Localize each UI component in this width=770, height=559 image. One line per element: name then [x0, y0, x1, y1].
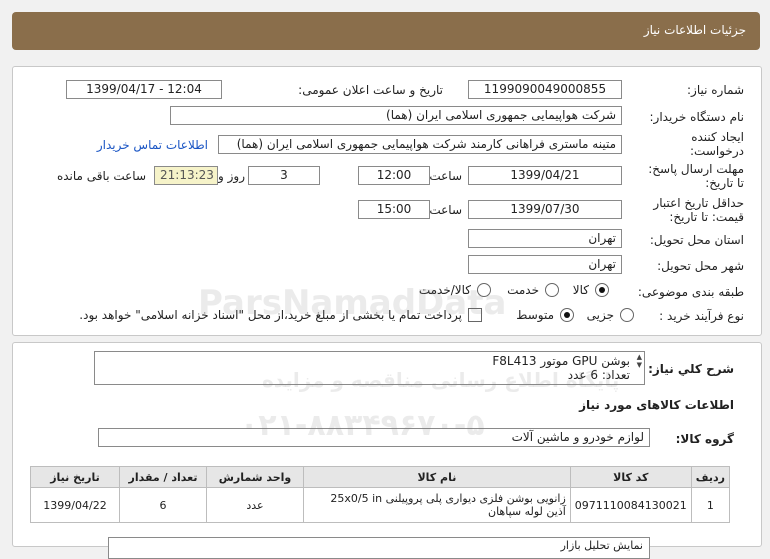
table-row[interactable]: 1399/04/22 6 عدد زانویی بوشن فلزی دیواری… — [30, 487, 731, 523]
goods-group-label: گروه کالا: — [675, 432, 734, 446]
province-label: استان محل تحویل: — [649, 233, 744, 247]
deadline-date-field[interactable]: 1399/04/21 — [468, 166, 622, 185]
page-title: جزئیات اطلاعات نیاز — [643, 23, 746, 37]
cell-unit: عدد — [206, 487, 304, 523]
deadline-time-label: ساعت — [429, 169, 462, 183]
creator-label-1: ایجاد کننده — [691, 130, 744, 144]
deadline-time-field[interactable]: 12:00 — [358, 166, 430, 185]
purchase-option-medium: متوسط — [516, 308, 554, 322]
validity-date-field[interactable]: 1399/07/30 — [468, 200, 622, 219]
purchase-radio-medium[interactable] — [560, 308, 574, 322]
creator-label-2: درخواست: — [690, 144, 744, 158]
col-name: نام کالا — [303, 466, 571, 488]
cell-code: 0971110084130021 — [569, 487, 692, 523]
category-label: طبقه بندی موضوعی: — [637, 285, 744, 299]
cell-row: 1 — [690, 487, 731, 523]
bottom-partial-field[interactable]: نمایش تحلیل بازار — [108, 537, 650, 559]
goods-section-title: اطلاعات کالاهای مورد نیاز — [579, 398, 734, 412]
announce-field[interactable]: 1399/04/17 - 12:04 — [66, 80, 222, 99]
announce-label: تاریخ و ساعت اعلان عمومی: — [298, 83, 443, 97]
deadline-days-label: روز و — [218, 169, 245, 183]
col-row: ردیف — [690, 466, 731, 488]
goods-table: تاریخ نیاز تعداد / مقدار واحد شمارش نام … — [30, 466, 731, 523]
goods-group-field[interactable]: لوازم خودرو و ماشین آلات — [98, 428, 650, 447]
deadline-days-field[interactable]: 3 — [248, 166, 320, 185]
buyer-org-label: نام دستگاه خریدار: — [649, 110, 745, 124]
validity-time-label: ساعت — [429, 203, 462, 217]
cell-name: زانویی بوشن فلزی دیواری پلی پروپیلنی 25x… — [303, 487, 571, 523]
validity-label-2: قیمت: تا تاریخ: — [669, 210, 744, 224]
summary-line-2: تعداد: 6 عدد — [567, 368, 630, 382]
validity-label-1: حداقل تاریخ اعتبار — [653, 196, 744, 210]
deadline-label-2: تا تاریخ: — [705, 176, 744, 190]
deadline-label-1: مهلت ارسال پاسخ: — [648, 162, 744, 176]
col-unit: واحد شمارش — [206, 466, 304, 488]
purchase-option-minor: جزیی — [586, 308, 614, 322]
summary-textarea[interactable]: بوشن GPU موتور F8L413 تعداد: 6 عدد ▲ ▼ — [94, 351, 645, 385]
col-code: کد کالا — [569, 466, 692, 488]
summary-line-1: بوشن GPU موتور F8L413 — [492, 354, 630, 368]
category-radio-goods[interactable] — [595, 283, 609, 297]
validity-time-field[interactable]: 15:00 — [358, 200, 430, 219]
bottom-partial-text: نمایش تحلیل بازار — [560, 539, 643, 552]
creator-field[interactable]: متینه ماستری فراهانی کارمند شرکت هواپیما… — [218, 135, 622, 154]
city-field[interactable]: تهران — [468, 255, 622, 274]
need-number-label: شماره نیاز: — [687, 83, 744, 97]
purchase-radio-minor[interactable] — [620, 308, 634, 322]
cell-date: 1399/04/22 — [30, 487, 120, 523]
treasury-payment-note: پرداخت تمام یا بخشی از مبلغ خرید،از محل … — [79, 308, 462, 322]
remaining-time-label: ساعت باقی مانده — [56, 169, 146, 183]
page-header: جزئیات اطلاعات نیاز — [12, 12, 760, 50]
category-option-service: خدمت — [507, 283, 539, 297]
purchase-type-label: نوع فرآیند خرید : — [659, 309, 744, 323]
remaining-time-field: 21:13:23 — [154, 166, 218, 185]
need-number-field[interactable]: 1199090049000855 — [468, 80, 622, 99]
category-radio-goods-service[interactable] — [477, 283, 491, 297]
category-option-goods: کالا — [572, 283, 589, 297]
scroll-arrows-icon[interactable]: ▲ ▼ — [637, 353, 642, 369]
col-qty: تعداد / مقدار — [119, 466, 207, 488]
buyer-org-field[interactable]: شرکت هواپیمایی جمهوری اسلامی ایران (هما) — [170, 106, 622, 125]
treasury-payment-checkbox[interactable] — [468, 308, 482, 322]
category-radio-service[interactable] — [545, 283, 559, 297]
cell-qty: 6 — [119, 487, 207, 523]
city-label: شهر محل تحویل: — [657, 259, 744, 273]
col-date: تاریخ نیاز — [30, 466, 120, 488]
province-field[interactable]: تهران — [468, 229, 622, 248]
summary-label: شرح کلي نياز: — [648, 362, 734, 376]
buyer-contact-link[interactable]: اطلاعات تماس خریدار — [97, 138, 208, 152]
category-option-goods-service: کالا/خدمت — [418, 283, 471, 297]
